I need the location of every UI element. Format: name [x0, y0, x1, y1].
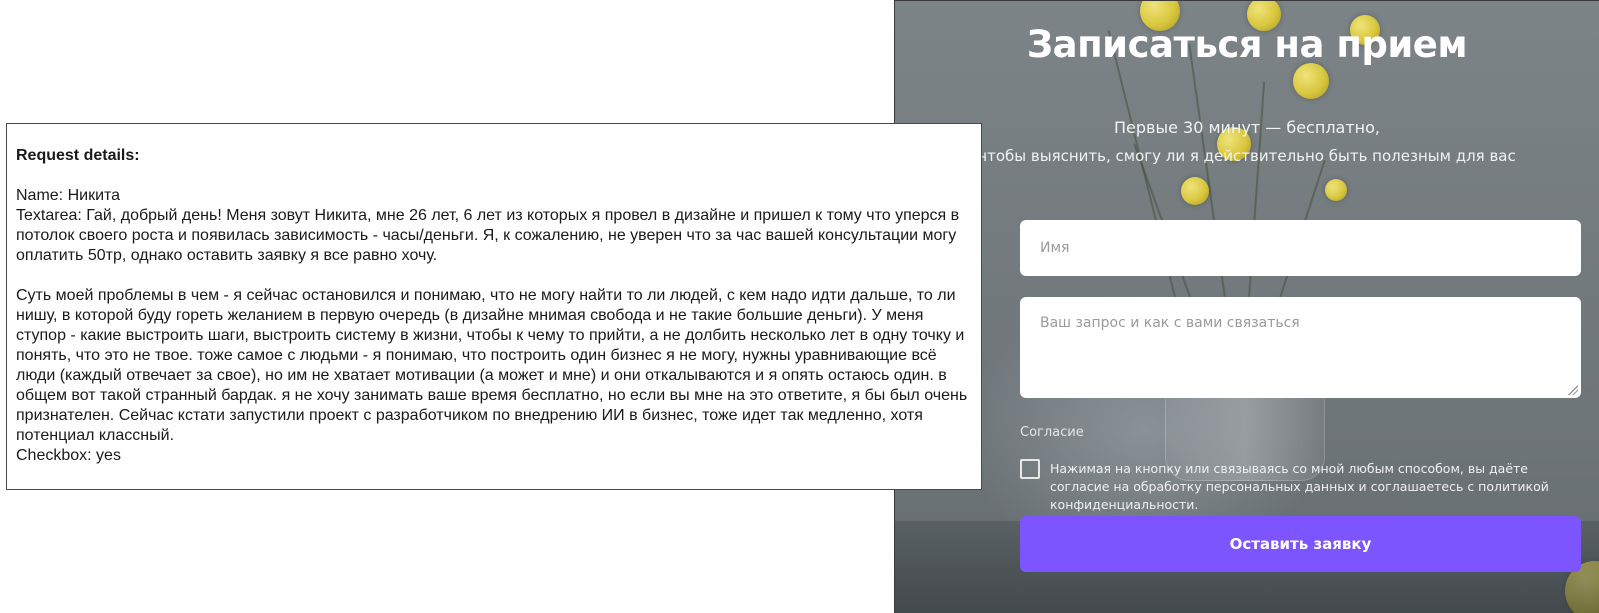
request-textarea-placeholder: Ваш запрос и как с вами связаться: [1040, 315, 1300, 331]
request-textarea[interactable]: Ваш запрос и как с вами связаться: [1020, 297, 1581, 398]
name-input[interactable]: Имя: [1020, 220, 1581, 276]
resize-handle-icon[interactable]: [1568, 385, 1578, 395]
submit-button[interactable]: Оставить заявку: [1020, 516, 1581, 572]
consent-label: Согласие: [1020, 425, 1084, 440]
booking-subtitle-line1: Первые 30 минут — бесплатно,: [1113, 118, 1380, 137]
details-name-line: Name: Никита: [16, 187, 121, 204]
consent-checkbox[interactable]: [1020, 459, 1040, 479]
details-checkbox-line: Checkbox: yes: [16, 447, 121, 464]
request-details-box: Request details: Name: Никита Textarea: …: [6, 123, 982, 490]
details-paragraph-2: Суть моей проблемы в чем - я сейчас оста…: [16, 287, 968, 444]
booking-title: Записаться на прием: [1026, 23, 1468, 66]
details-textarea-line: Textarea: Гай, добрый день! Меня зовут Н…: [16, 207, 960, 264]
booking-subtitle-line2: чтобы выяснить, смогу ли я действительно…: [978, 147, 1516, 165]
name-input-placeholder: Имя: [1040, 240, 1070, 256]
details-title: Request details:: [16, 147, 140, 164]
booking-panel: Записаться на прием Первые 30 минут — бе…: [894, 0, 1599, 613]
consent-text: Нажимая на кнопку или связываясь со мной…: [1050, 461, 1549, 512]
